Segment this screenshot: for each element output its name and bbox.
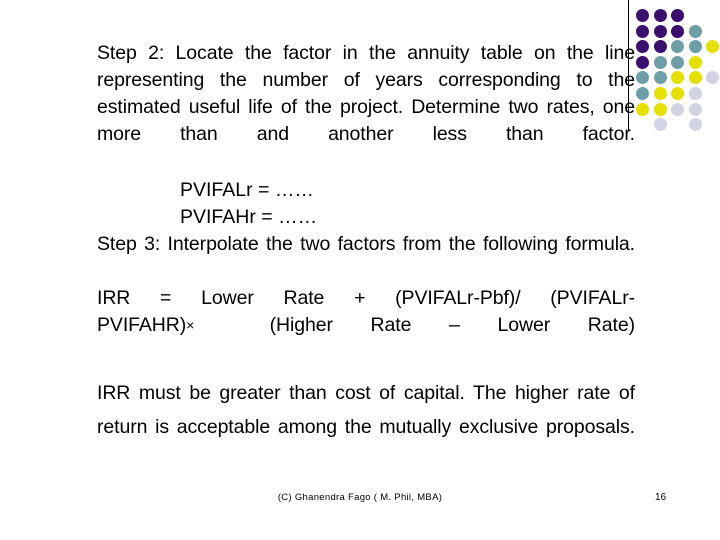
decorative-dot	[688, 40, 702, 54]
decorative-dot	[671, 87, 684, 100]
decorative-dot	[688, 87, 702, 100]
line-pvifahr: PVIFAHr = ……	[180, 206, 318, 228]
decorative-dot	[671, 102, 684, 116]
decorative-dot	[636, 71, 649, 85]
decorative-dot	[636, 40, 649, 54]
decorative-dot	[688, 55, 702, 69]
footer-page-number: 16	[655, 492, 667, 503]
decorative-dot	[653, 118, 667, 132]
decorative-dot	[688, 24, 702, 38]
decorative-dot	[653, 55, 667, 69]
decorative-dot	[671, 40, 684, 54]
decorative-dot	[671, 55, 684, 69]
decorative-dot	[688, 71, 702, 85]
decorative-dot	[636, 55, 649, 69]
multiplication-sign: ×	[186, 317, 195, 333]
decorative-dot-grid	[636, 9, 720, 132]
paragraph-conclusion: IRR must be greater than cost of capital…	[97, 382, 635, 438]
decorative-dot	[688, 102, 702, 116]
decorative-dot	[706, 40, 719, 54]
line-pvifalr: PVIFALr = ……	[180, 179, 314, 201]
decorative-dot	[653, 87, 667, 100]
decorative-dot	[653, 9, 667, 22]
slide-content: Step 2: Locate the factor in the annuity…	[97, 40, 635, 478]
decorative-dot	[653, 102, 667, 116]
decorative-dot	[636, 102, 649, 116]
paragraph-irr-formula: IRR = Lower Rate + (PVIFALr-Pbf)/ (PVIFA…	[97, 285, 635, 366]
decorative-dot	[636, 9, 649, 22]
decorative-dot	[671, 9, 684, 22]
paragraph-step-2: Step 2: Locate the factor in the annuity…	[97, 42, 635, 145]
decorative-dot	[706, 71, 719, 85]
formula-second-half: (Higher Rate – Lower Rate)	[269, 314, 635, 336]
decorative-dot	[653, 24, 667, 38]
decorative-dot	[636, 87, 649, 100]
decorative-dot	[653, 71, 667, 85]
decorative-dot	[653, 40, 667, 54]
decorative-dot	[671, 71, 684, 85]
decorative-dot	[671, 24, 684, 38]
paragraph-step-3: Step 3: Interpolate the two factors from…	[97, 233, 635, 255]
decorative-dot	[636, 24, 649, 38]
decorative-dot	[688, 118, 702, 132]
footer-credit: (C) Ghanendra Fago ( M. Phil, MBA)	[277, 492, 443, 503]
